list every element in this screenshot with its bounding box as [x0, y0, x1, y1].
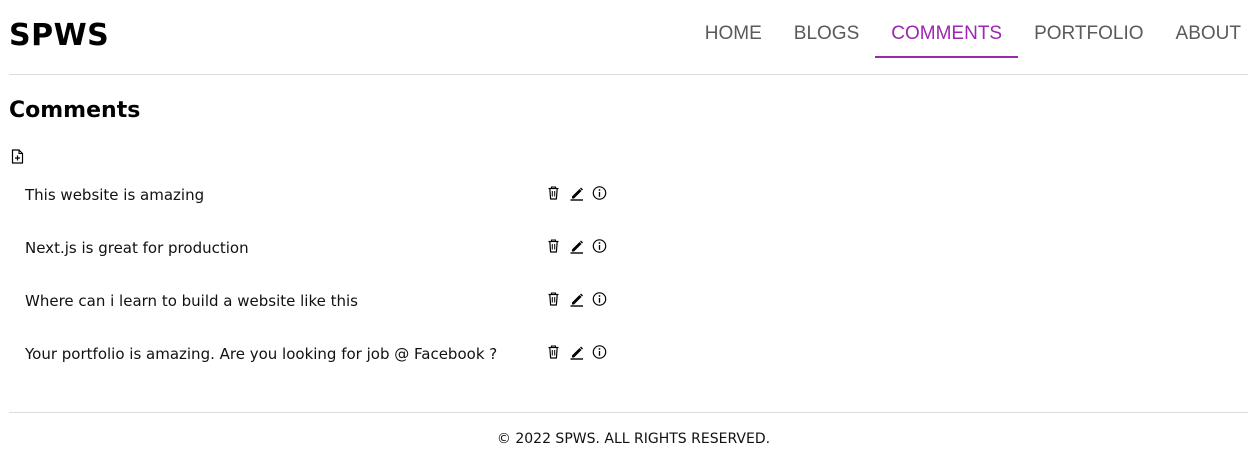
comment-text: This website is amazing: [25, 186, 205, 204]
info-icon[interactable]: [592, 238, 607, 254]
comment-text: Your portfolio is amazing. Are you looki…: [25, 345, 498, 363]
brand-logo[interactable]: SPWS: [9, 18, 109, 53]
footer-divider: [9, 412, 1248, 413]
trash-icon[interactable]: [546, 291, 561, 307]
footer-copyright: © 2022 SPWS. ALL RIGHTS RESERVED.: [496, 431, 771, 447]
trash-icon[interactable]: [546, 185, 561, 201]
nav-blogs[interactable]: BLOGS: [778, 0, 875, 58]
info-icon[interactable]: [592, 291, 607, 307]
pencil-icon[interactable]: [569, 238, 584, 254]
pencil-icon[interactable]: [569, 344, 584, 360]
pencil-icon[interactable]: [569, 291, 584, 307]
comment-row: This website is amazing: [25, 177, 625, 230]
info-icon[interactable]: [592, 185, 607, 201]
trash-icon[interactable]: [546, 238, 561, 254]
comment-row: Next.js is great for production: [25, 230, 625, 283]
nav-portfolio[interactable]: PORTFOLIO: [1018, 0, 1159, 58]
comment-list: This website is amazing Next.js is great …: [25, 177, 625, 389]
comment-actions: [546, 238, 607, 254]
trash-icon[interactable]: [546, 344, 561, 360]
nav-comments[interactable]: COMMENTS: [875, 0, 1018, 58]
comment-row: Your portfolio is amazing. Are you looki…: [25, 336, 625, 389]
comment-text: Where can i learn to build a website lik…: [25, 292, 358, 310]
header: SPWS HOME BLOGS COMMENTS PORTFOLIO ABOUT: [9, 0, 1248, 75]
comment-actions: [546, 185, 607, 201]
pencil-icon[interactable]: [569, 185, 584, 201]
main-nav: HOME BLOGS COMMENTS PORTFOLIO ABOUT: [689, 0, 1248, 75]
comment-row: Where can i learn to build a website lik…: [25, 283, 625, 336]
comment-text: Next.js is great for production: [25, 239, 249, 257]
file-plus-icon[interactable]: [11, 149, 24, 164]
comment-actions: [546, 344, 607, 360]
comment-actions: [546, 291, 607, 307]
page-title: Comments: [9, 98, 141, 123]
nav-about[interactable]: ABOUT: [1160, 0, 1248, 58]
nav-home[interactable]: HOME: [689, 0, 778, 58]
page: SPWS HOME BLOGS COMMENTS PORTFOLIO ABOUT…: [0, 0, 1248, 468]
info-icon[interactable]: [592, 344, 607, 360]
